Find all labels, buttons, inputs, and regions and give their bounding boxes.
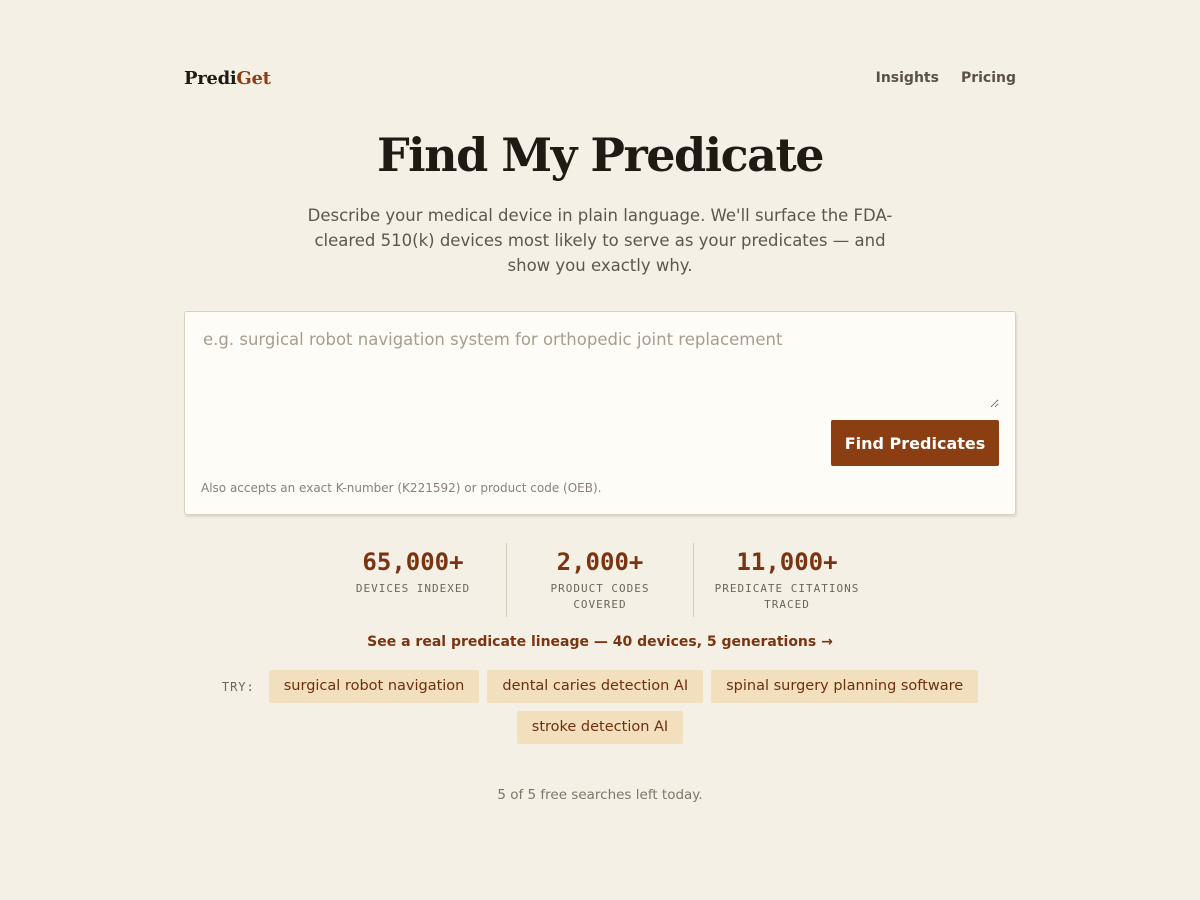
- suggestion-chip[interactable]: stroke detection AI: [516, 711, 684, 744]
- nav-links: Insights Pricing: [876, 70, 1016, 86]
- stat-value: 65,000+: [362, 548, 464, 576]
- try-label: TRY:: [221, 679, 255, 694]
- logo-text-accent: Get: [236, 67, 271, 89]
- stat-devices-indexed: 65,000+ Devices Indexed: [320, 543, 506, 617]
- stat-label: Devices Indexed: [355, 582, 471, 595]
- stat-value: 11,000+: [736, 548, 838, 576]
- search-hint: Also accepts an exact K-number (K221592)…: [201, 481, 602, 495]
- lineage-link-row: See a real predicate lineage — 40 device…: [0, 631, 1200, 650]
- logo-text-primary: Predi: [184, 67, 237, 89]
- stat-predicate-citations: 11,000+ Predicate Citations Traced: [693, 543, 880, 617]
- page-subtitle: Describe your medical device in plain la…: [307, 206, 893, 275]
- top-nav: PrediGet Insights Pricing: [184, 64, 1016, 92]
- try-suggestions: TRY: surgical robot navigation dental ca…: [0, 670, 1200, 703]
- find-predicates-button[interactable]: Find Predicates: [831, 420, 999, 466]
- logo[interactable]: PrediGet: [184, 68, 271, 89]
- page: PrediGet Insights Pricing Find My Predic…: [0, 0, 1200, 900]
- suggestion-chip[interactable]: spinal surgery planning software: [711, 670, 979, 703]
- try-suggestions-row-2: stroke detection AI: [0, 711, 1200, 744]
- page-title: Find My Predicate: [377, 128, 824, 182]
- nav-link-insights[interactable]: Insights: [876, 70, 939, 86]
- suggestion-chip[interactable]: surgical robot navigation: [268, 670, 480, 703]
- search-quota-notice: 5 of 5 free searches left today.: [497, 787, 703, 803]
- nav-link-pricing[interactable]: Pricing: [961, 70, 1016, 86]
- stats-row: 65,000+ Devices Indexed 2,000+ Product C…: [0, 543, 1200, 617]
- stat-label: Predicate Citations Traced: [714, 582, 860, 611]
- search-card: Find Predicates Also accepts an exact K-…: [184, 311, 1016, 515]
- stat-value: 2,000+: [556, 548, 644, 576]
- predicate-lineage-link[interactable]: See a real predicate lineage — 40 device…: [367, 634, 833, 650]
- suggestion-chip[interactable]: dental caries detection AI: [487, 670, 704, 703]
- device-description-input[interactable]: [201, 328, 999, 408]
- stat-label: Product Codes Covered: [550, 582, 650, 611]
- stat-product-codes: 2,000+ Product Codes Covered: [506, 543, 693, 617]
